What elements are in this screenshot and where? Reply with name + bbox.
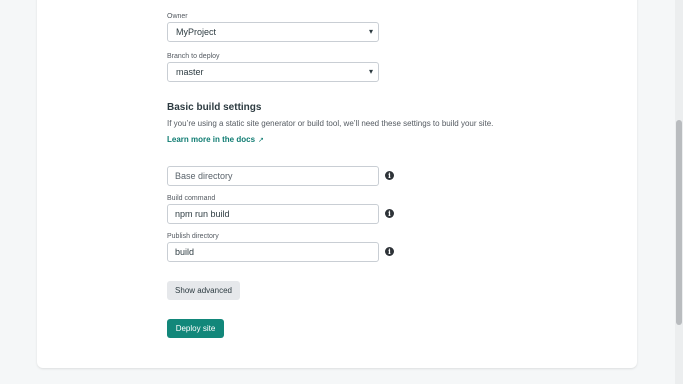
build-command-input[interactable]: npm run build: [167, 204, 379, 224]
branch-select-value: master: [176, 67, 204, 77]
info-icon[interactable]: i: [385, 247, 394, 256]
deploy-site-button[interactable]: Deploy site: [167, 319, 224, 338]
learn-more-text: Learn more in the docs: [167, 135, 256, 144]
owner-label: Owner: [167, 13, 188, 20]
owner-select-value: MyProject: [176, 27, 217, 37]
publish-directory-label: Publish directory: [167, 233, 219, 240]
page: Owner MyProject ▾ Branch to deploy maste…: [0, 0, 683, 384]
chevron-down-icon: ▾: [368, 27, 373, 36]
build-settings-heading: Basic build settings: [167, 102, 262, 113]
chevron-down-icon: ▾: [368, 67, 373, 76]
scrollbar-thumb[interactable]: [676, 120, 682, 325]
info-icon[interactable]: i: [385, 209, 394, 218]
publish-directory-input[interactable]: build: [167, 242, 379, 262]
external-link-icon: ↗: [258, 137, 264, 144]
scrollbar[interactable]: [675, 0, 683, 384]
build-command-label: Build command: [167, 195, 216, 202]
learn-more-link[interactable]: Learn more in the docs ↗: [167, 135, 264, 144]
show-advanced-button[interactable]: Show advanced: [167, 281, 240, 300]
info-icon[interactable]: i: [385, 171, 394, 180]
branch-label: Branch to deploy: [167, 53, 220, 60]
base-directory-input[interactable]: Base directory: [167, 166, 379, 186]
owner-select[interactable]: MyProject ▾: [167, 22, 379, 42]
build-settings-description: If you’re using a static site generator …: [167, 119, 494, 128]
branch-select[interactable]: master ▾: [167, 62, 379, 82]
